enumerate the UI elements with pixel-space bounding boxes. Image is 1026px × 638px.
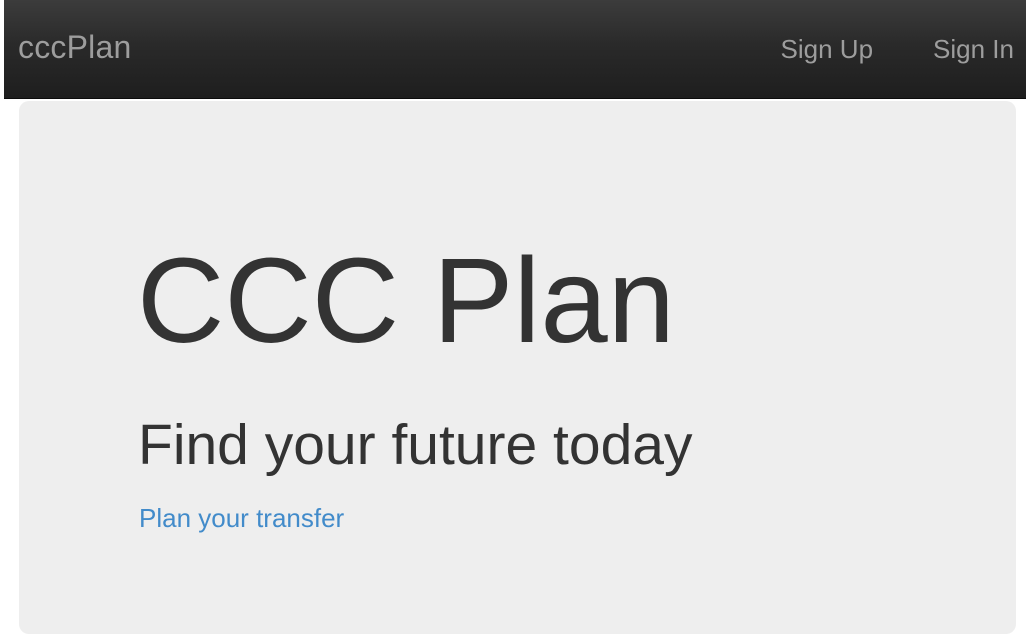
hero-subtitle: Find your future today bbox=[138, 413, 693, 477]
brand-link[interactable]: cccPlan bbox=[18, 27, 131, 67]
sign-in-link[interactable]: Sign In bbox=[933, 32, 1014, 66]
sign-up-link[interactable]: Sign Up bbox=[781, 32, 874, 66]
top-navbar: cccPlan Sign Up Sign In bbox=[4, 0, 1026, 99]
plan-transfer-link[interactable]: Plan your transfer bbox=[139, 502, 344, 534]
hero-jumbotron: CCC Plan Find your future today Plan you… bbox=[19, 101, 1016, 634]
navbar-links: Sign Up Sign In bbox=[781, 32, 1014, 66]
hero-title: CCC Plan bbox=[137, 232, 675, 368]
